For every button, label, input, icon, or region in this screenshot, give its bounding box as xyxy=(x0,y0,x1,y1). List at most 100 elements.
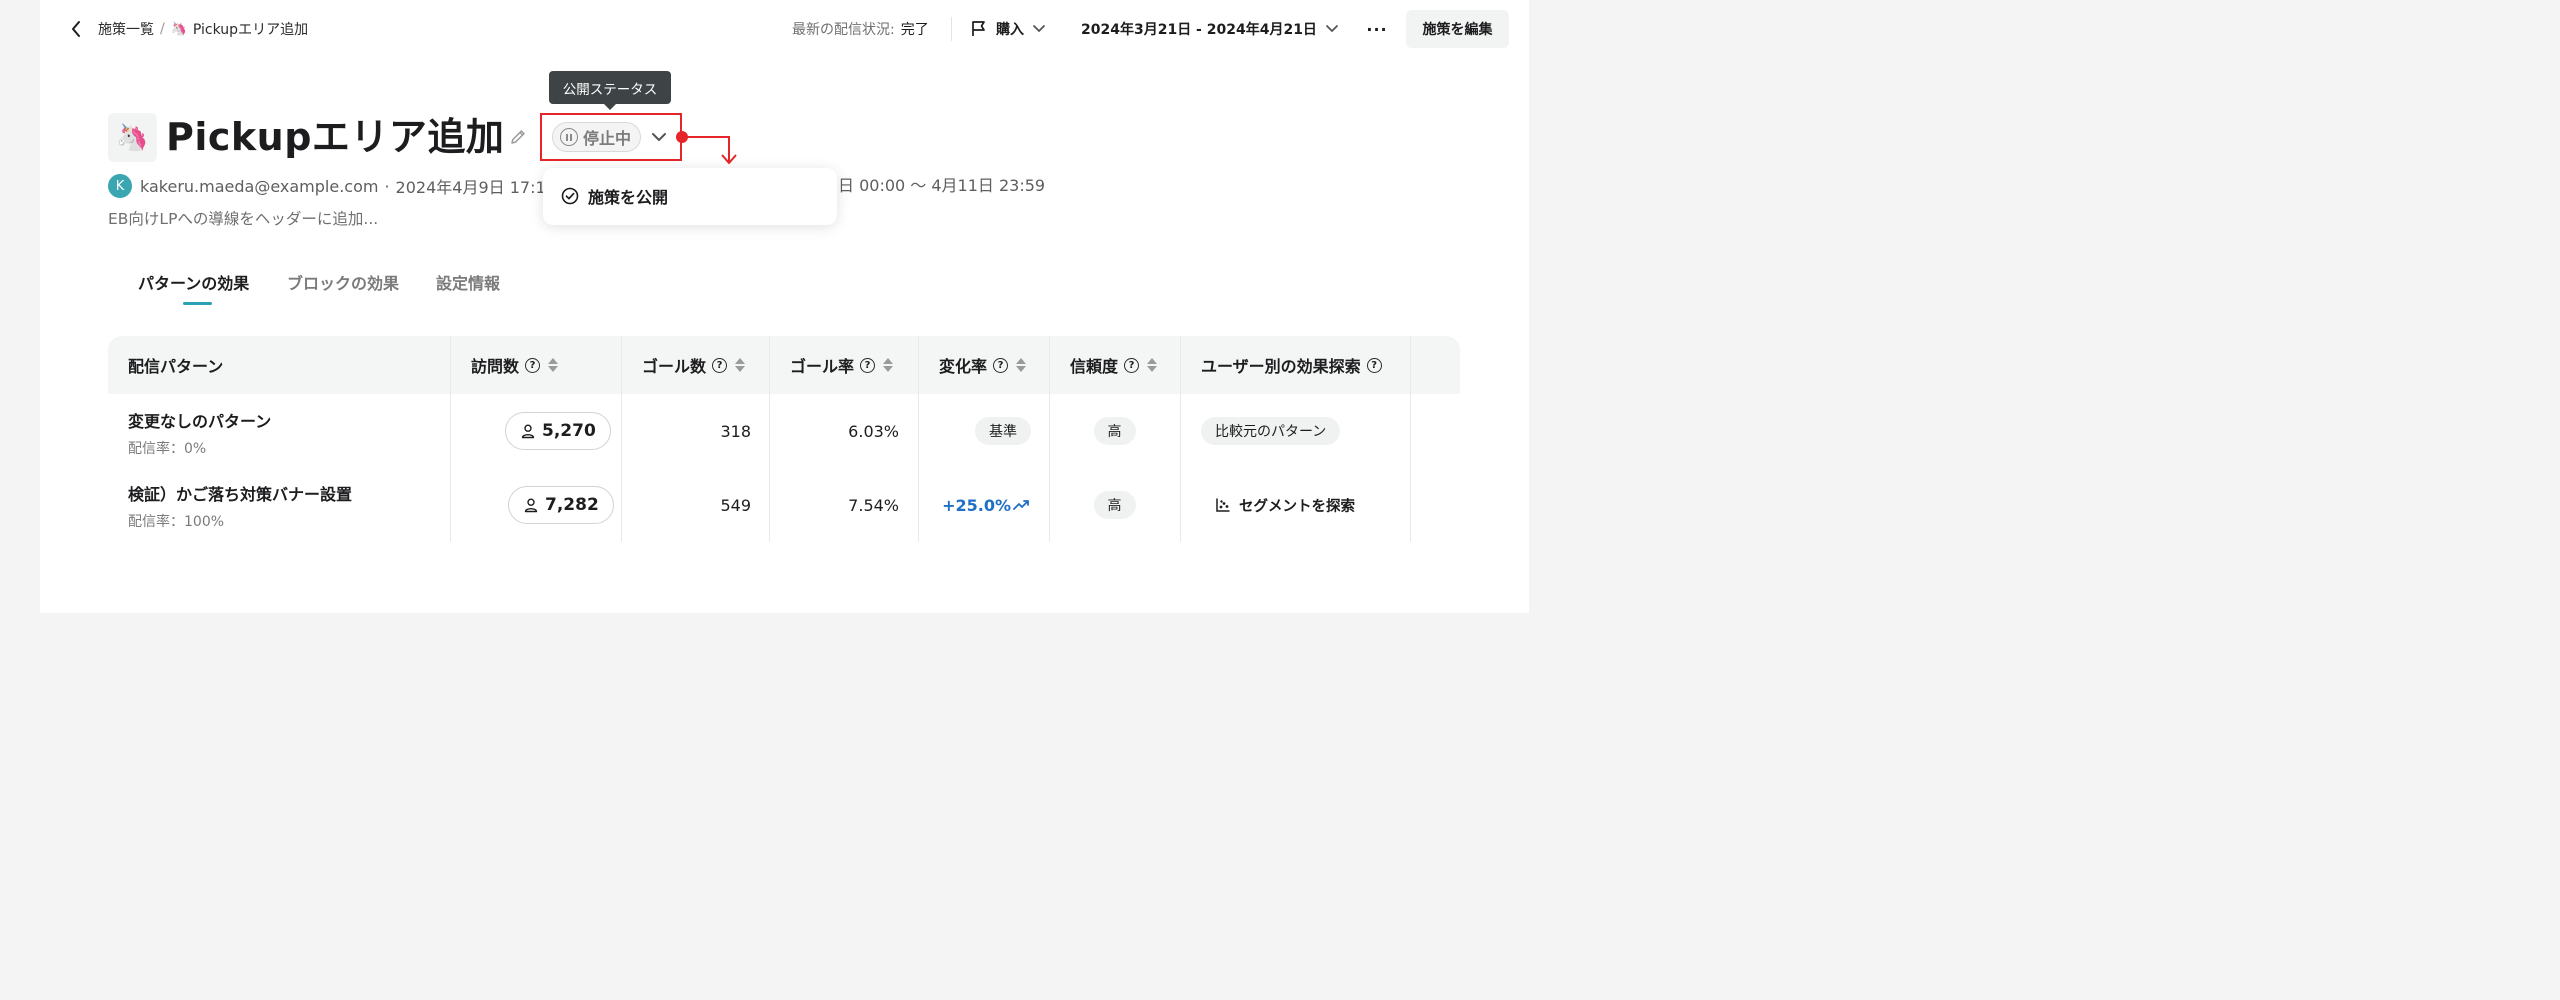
pattern-delivery-rate: 配信率：100% xyxy=(128,514,225,530)
status-tooltip: 公開ステータス xyxy=(549,71,671,110)
pattern-delivery-rate: 配信率：0% xyxy=(128,441,207,457)
sort-icon[interactable] xyxy=(883,358,894,372)
column-header-label: 変化率 xyxy=(939,357,988,376)
top-bar: 施策一覧 / 🦄 Pickupエリア追加 最新の配信状況: 完了 購入 2024年… xyxy=(40,0,1529,58)
goals-value: 318 xyxy=(720,421,751,441)
page-title: Pickupエリア追加 xyxy=(166,115,505,159)
check-circle-icon xyxy=(561,187,579,205)
pattern-cell: 変更なしのパターン 配信率：0% xyxy=(128,408,271,458)
column-header-change-rate: 変化率 ? xyxy=(939,336,1027,394)
goals-cell: 318 xyxy=(621,394,751,468)
goal-rate-value: 6.03% xyxy=(848,421,899,441)
pencil-icon xyxy=(511,130,525,144)
confidence-cell: 高 xyxy=(1049,394,1180,468)
date-range-label: 2024年3月21日 - 2024年4月21日 xyxy=(1081,22,1317,38)
visits-button[interactable]: 5,270 xyxy=(505,412,611,450)
pattern-effect-table: 配信パターン 訪問数 ? ゴール数 ? ゴール率 ? 変化率 ? 信頼度 ? ユ… xyxy=(108,336,1460,542)
help-icon[interactable]: ? xyxy=(525,357,541,373)
change-rate-value: +25.0% xyxy=(942,496,1031,515)
meta-separator: · xyxy=(384,176,390,196)
status-dropdown-menu: 施策を公開 xyxy=(543,168,837,225)
back-button[interactable] xyxy=(66,18,86,40)
publish-campaign-label: 施策を公開 xyxy=(588,188,669,207)
visits-value: 7,282 xyxy=(545,495,599,515)
column-header-goal-rate: ゴール率 ? xyxy=(790,336,894,394)
column-header-goals: ゴール数 ? xyxy=(642,336,746,394)
comparison-source-badge: 比較元のパターン xyxy=(1201,417,1341,445)
confidence-cell: 高 xyxy=(1049,468,1180,542)
column-header-confidence: 信頼度 ? xyxy=(1070,336,1158,394)
delivery-status: 最新の配信状況: 完了 xyxy=(792,19,929,39)
column-header-label: ゴール数 xyxy=(642,357,707,376)
help-icon[interactable]: ? xyxy=(860,357,876,373)
column-header-label: 信頼度 xyxy=(1070,357,1119,376)
author-email: kakeru.maeda@example.com xyxy=(140,176,379,196)
goal-select[interactable]: 購入 xyxy=(970,17,1046,41)
help-icon[interactable]: ? xyxy=(1124,357,1140,373)
breadcrumb: 施策一覧 / 🦄 Pickupエリア追加 xyxy=(98,19,308,39)
more-icon: ··· xyxy=(1366,19,1388,39)
campaign-emoji-icon: 🦄 xyxy=(108,113,157,162)
active-tab-indicator xyxy=(183,302,212,305)
goal-select-label: 購入 xyxy=(996,22,1024,38)
tab-block-effect[interactable]: ブロックの効果 xyxy=(287,270,399,294)
unicorn-icon: 🦄 xyxy=(170,21,187,37)
chevron-down-icon xyxy=(652,133,666,141)
campaign-meta: K kakeru.maeda@example.com · 2024年4月9日 1… xyxy=(108,174,556,198)
explore-segment-button[interactable]: セグメントを探索 xyxy=(1215,495,1355,516)
column-header-visits: 訪問数 ? xyxy=(471,336,559,394)
trend-up-icon xyxy=(1013,500,1029,510)
goals-cell: 549 xyxy=(621,468,751,542)
change-rate-cell: 基準 xyxy=(918,394,1031,468)
annotation-arrow-icon xyxy=(676,131,737,164)
sort-icon[interactable] xyxy=(1016,358,1027,372)
breadcrumb-separator: / xyxy=(160,21,165,37)
publish-status-chip[interactable]: 停止中 xyxy=(552,122,641,152)
date-range-select[interactable]: 2024年3月21日 - 2024年4月21日 xyxy=(1081,17,1339,41)
pause-icon xyxy=(560,128,578,146)
help-icon[interactable]: ? xyxy=(712,357,728,373)
goals-value: 549 xyxy=(720,495,751,515)
delivery-status-label: 最新の配信状況: xyxy=(792,22,895,38)
breadcrumb-root-link[interactable]: 施策一覧 xyxy=(98,19,154,39)
goal-rate-value: 7.54% xyxy=(848,495,899,515)
help-icon[interactable]: ? xyxy=(993,357,1009,373)
visits-button[interactable]: 7,282 xyxy=(508,486,614,524)
page: 施策一覧 / 🦄 Pickupエリア追加 最新の配信状況: 完了 購入 2024年… xyxy=(40,0,1529,613)
sort-icon[interactable] xyxy=(548,358,559,372)
pattern-name: 検証）かご落ち対策バナー設置 xyxy=(128,485,353,504)
column-header-label: ゴール率 xyxy=(790,357,855,376)
column-header-pattern: 配信パターン xyxy=(128,336,223,394)
goal-rate-cell: 6.03% xyxy=(769,394,899,468)
campaign-description: EB向けLPへの導線をヘッダーに追加... xyxy=(108,210,379,228)
baseline-badge: 基準 xyxy=(975,417,1031,445)
visits-cell: 5,270 xyxy=(505,412,611,450)
tab-settings[interactable]: 設定情報 xyxy=(436,270,500,294)
chevron-down-icon xyxy=(1033,25,1045,33)
confidence-badge: 高 xyxy=(1093,417,1136,445)
delivery-status-value: 完了 xyxy=(900,22,929,38)
goal-rate-cell: 7.54% xyxy=(769,468,899,542)
chevron-down-icon xyxy=(1326,25,1338,33)
edit-campaign-button[interactable]: 施策を編集 xyxy=(1406,10,1509,48)
avatar: K xyxy=(108,174,132,198)
scatter-chart-icon xyxy=(1216,498,1230,512)
column-header-label: 訪問数 xyxy=(471,357,520,376)
delivery-period: 日 00:00 〜 4月11日 23:59 xyxy=(838,176,1046,195)
publish-campaign-menu-item[interactable]: 施策を公開 xyxy=(561,184,668,208)
pattern-cell: 検証）かご落ち対策バナー設置 配信率：100% xyxy=(128,481,352,531)
sort-icon[interactable] xyxy=(1147,358,1158,372)
change-rate-cell: +25.0% xyxy=(918,468,1031,542)
sort-icon[interactable] xyxy=(735,358,746,372)
tab-pattern-effect[interactable]: パターンの効果 xyxy=(138,270,249,294)
edit-title-button[interactable] xyxy=(508,127,528,147)
status-dropdown-toggle[interactable] xyxy=(648,127,670,147)
visits-cell: 7,282 xyxy=(508,486,614,524)
change-rate-text: +25.0% xyxy=(942,495,1011,515)
explore-segment-label: セグメントを探索 xyxy=(1239,498,1355,515)
column-header-user-explore: ユーザー別の効果探索 ? xyxy=(1201,336,1382,394)
explore-cell: 比較元のパターン xyxy=(1201,394,1341,468)
confidence-badge: 高 xyxy=(1093,491,1136,519)
help-icon[interactable]: ? xyxy=(1366,357,1382,373)
more-options-button[interactable]: ··· xyxy=(1360,16,1394,42)
